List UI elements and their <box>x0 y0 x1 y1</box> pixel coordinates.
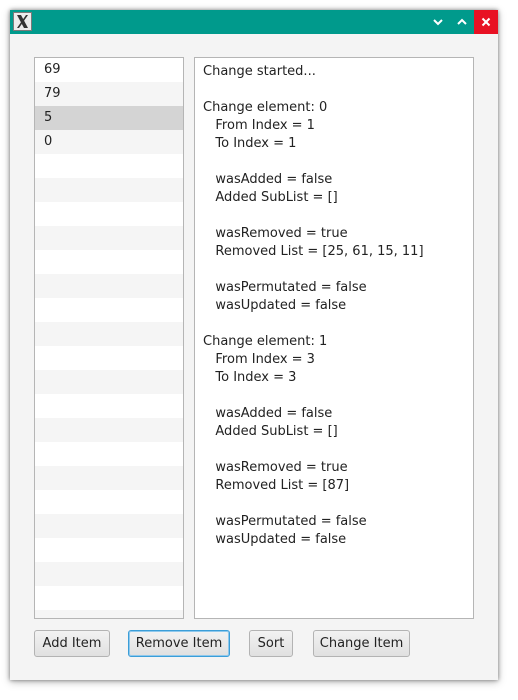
change-item-button[interactable]: Change Item <box>313 630 410 657</box>
list-item <box>35 586 183 610</box>
chevron-up-icon <box>457 18 467 25</box>
list-item <box>35 538 183 562</box>
x11-app-icon[interactable] <box>13 12 32 31</box>
list-item <box>35 610 183 618</box>
list-item <box>35 154 183 178</box>
list-item <box>35 370 183 394</box>
sort-button[interactable]: Sort <box>249 630 293 657</box>
title-bar[interactable] <box>10 10 498 34</box>
list-item[interactable]: 69 <box>35 58 183 82</box>
list-item <box>35 514 183 538</box>
list-item <box>35 202 183 226</box>
list-item <box>35 562 183 586</box>
list-item <box>35 418 183 442</box>
change-log-textarea[interactable]: Change started... Change element: 0 From… <box>194 57 474 619</box>
list-item <box>35 274 183 298</box>
list-item <box>35 322 183 346</box>
list-item <box>35 346 183 370</box>
close-icon <box>481 17 491 27</box>
list-item <box>35 178 183 202</box>
list-item[interactable]: 79 <box>35 82 183 106</box>
list-item <box>35 490 183 514</box>
list-item <box>35 298 183 322</box>
list-item[interactable]: 5 <box>35 106 183 130</box>
remove-item-button[interactable]: Remove Item <box>128 630 230 657</box>
list-item <box>35 394 183 418</box>
item-list[interactable]: 69 79 5 0 <box>34 57 184 619</box>
minimize-button[interactable] <box>426 10 450 34</box>
list-item <box>35 466 183 490</box>
list-item <box>35 250 183 274</box>
list-item[interactable]: 0 <box>35 130 183 154</box>
add-item-button[interactable]: Add Item <box>34 630 110 657</box>
change-log-text: Change started... Change element: 0 From… <box>203 64 424 547</box>
list-item <box>35 226 183 250</box>
close-button[interactable] <box>474 10 498 34</box>
chevron-down-icon <box>433 19 443 26</box>
list-item <box>35 442 183 466</box>
app-window: 69 79 5 0 Change started... Change element:… <box>10 10 498 680</box>
maximize-button[interactable] <box>450 10 474 34</box>
